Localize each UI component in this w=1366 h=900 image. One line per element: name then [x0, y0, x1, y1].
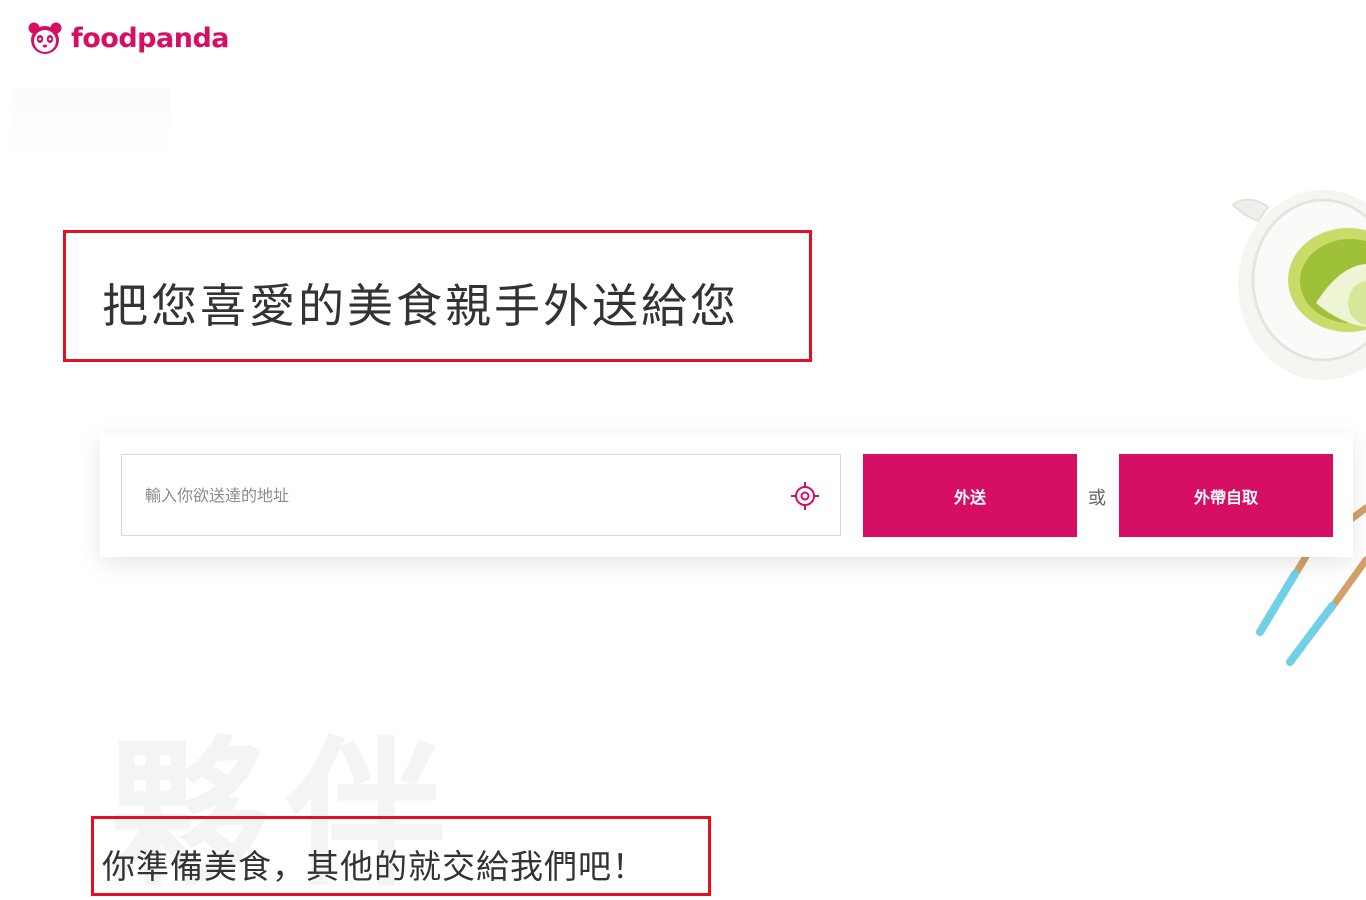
- delivery-button[interactable]: 外送: [863, 454, 1077, 537]
- panda-icon: [28, 22, 62, 54]
- faded-background-graphic: [10, 88, 170, 158]
- pickup-button[interactable]: 外帶自取: [1119, 454, 1333, 537]
- address-input[interactable]: [122, 455, 785, 535]
- foodpanda-logo-link[interactable]: foodpanda: [27, 20, 230, 56]
- glass-cup-decoration: [1231, 190, 1366, 380]
- address-field: [121, 454, 841, 536]
- hero-headline: 把您喜愛的美食親手外送給您: [102, 279, 739, 333]
- section-subheadline: 你準備美食，其他的就交給我們吧！: [102, 847, 646, 886]
- or-separator: 或: [1088, 488, 1106, 509]
- page: foodpanda 把您喜愛的美食親手外送給您 外送 或 外帶自取 夥伴: [0, 0, 1366, 900]
- crosshair-icon[interactable]: [790, 481, 820, 511]
- logo-text: foodpanda: [71, 22, 230, 54]
